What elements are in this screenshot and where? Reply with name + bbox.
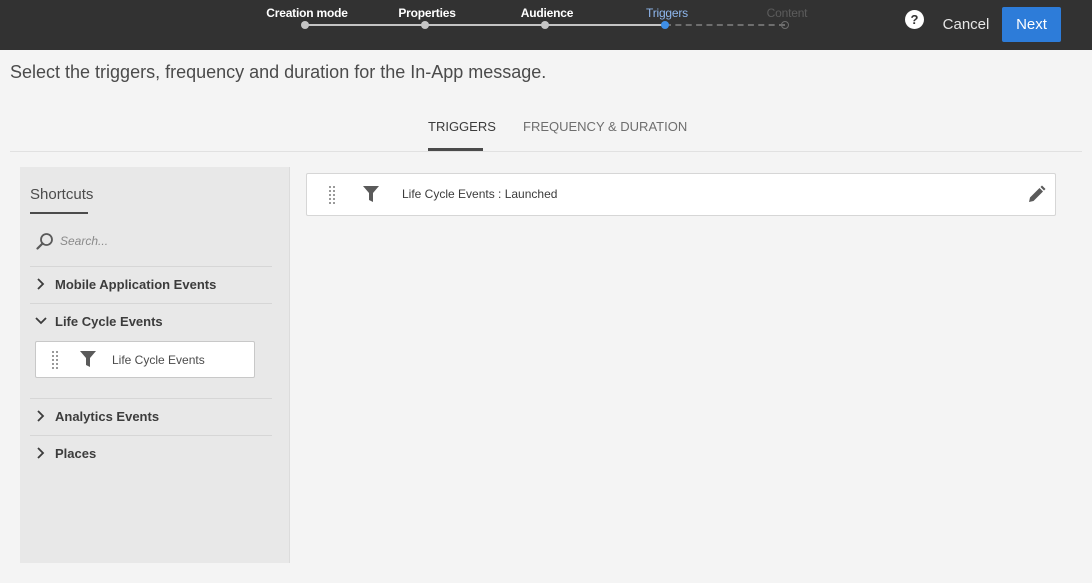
- page-description: Select the triggers, frequency and durat…: [10, 62, 547, 82]
- tabs-divider: [10, 151, 1082, 152]
- step-dot-audience: [541, 21, 549, 29]
- next-button[interactable]: Next: [1002, 7, 1061, 42]
- shortcut-item-label: Life Cycle Events: [112, 353, 205, 367]
- step-connector: [305, 24, 425, 26]
- pencil-icon[interactable]: [1026, 185, 1046, 205]
- category-analytics-events[interactable]: Analytics Events: [30, 399, 272, 435]
- step-triggers[interactable]: Triggers: [646, 6, 688, 20]
- step-connector-pending: [665, 24, 785, 26]
- search-icon: [36, 233, 53, 250]
- drag-handle-icon[interactable]: [329, 186, 335, 204]
- wizard-steps: Creation mode Properties Audience Trigge…: [0, 0, 1092, 50]
- filter-icon: [363, 186, 379, 202]
- shortcut-item-life-cycle-events[interactable]: Life Cycle Events: [35, 341, 255, 378]
- category-life-cycle-events[interactable]: Life Cycle Events: [30, 304, 272, 340]
- category-places[interactable]: Places: [30, 436, 272, 472]
- tab-triggers[interactable]: TRIGGERS: [428, 119, 496, 134]
- step-audience[interactable]: Audience: [521, 6, 574, 20]
- step-dot-content: [781, 21, 789, 29]
- step-connector: [425, 24, 545, 26]
- chevron-right-icon: [37, 278, 45, 290]
- chevron-right-icon: [37, 410, 45, 422]
- step-properties[interactable]: Properties: [398, 6, 456, 20]
- category-label: Analytics Events: [55, 409, 160, 424]
- filter-icon: [80, 351, 96, 367]
- category-mobile-application-events[interactable]: Mobile Application Events: [30, 267, 272, 303]
- category-label: Places: [55, 446, 97, 461]
- shortcuts-panel: Shortcuts Mobile Application Events Life…: [20, 167, 290, 563]
- step-dot-creation-mode: [301, 21, 309, 29]
- chevron-down-icon: [35, 317, 47, 325]
- category-label: Mobile Application Events: [55, 277, 217, 292]
- trigger-label: Life Cycle Events : Launched: [402, 187, 558, 201]
- shortcuts-title-underline: [30, 212, 88, 214]
- step-dot-properties: [421, 21, 429, 29]
- top-bar: Creation mode Properties Audience Trigge…: [0, 0, 1092, 50]
- search-box: [36, 230, 266, 252]
- shortcuts-title[interactable]: Shortcuts: [30, 186, 93, 203]
- drag-handle-icon[interactable]: [52, 351, 58, 369]
- trigger-card[interactable]: Life Cycle Events : Launched: [306, 173, 1056, 216]
- step-connector: [545, 24, 665, 26]
- search-input[interactable]: [60, 230, 260, 252]
- cancel-button[interactable]: Cancel: [938, 10, 994, 40]
- chevron-right-icon: [37, 447, 45, 459]
- step-creation-mode[interactable]: Creation mode: [266, 6, 348, 20]
- help-icon[interactable]: ?: [905, 10, 924, 29]
- tab-frequency-duration[interactable]: FREQUENCY & DURATION: [523, 119, 687, 134]
- step-content: Content: [766, 6, 808, 20]
- category-label: Life Cycle Events: [55, 314, 163, 329]
- step-dot-triggers: [661, 21, 669, 29]
